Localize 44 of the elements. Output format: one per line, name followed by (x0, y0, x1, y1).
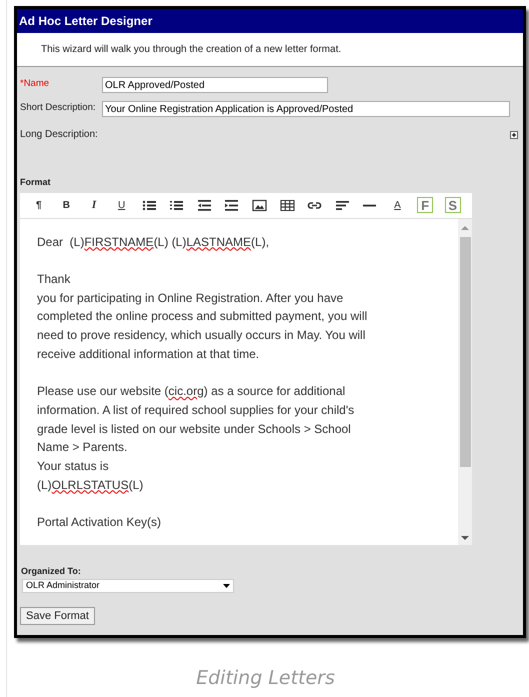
letter-text-line: need to prove residency, which usually occurs in May. You will (37, 327, 366, 344)
letter-text-line: information. A list of required school supplies for your child's (37, 402, 356, 419)
letter-text-line: grade level is listed on our website under Schools > School (37, 420, 352, 438)
toolbar-button[interactable]: I (80, 195, 108, 215)
letter-text-line: you for participating in Online Registration. After you have (37, 290, 344, 307)
save-format-button[interactable]: Save Format (20, 607, 95, 625)
letter-text-line: Dear (L)FIRSTNAME(L) (L)LASTNAME(L), (37, 234, 270, 250)
expand-icon[interactable] (510, 130, 518, 138)
organized-to-select[interactable]: OLR Administrator (22, 579, 234, 593)
toolbar-button[interactable]: ¶ (25, 195, 53, 215)
toolbar-button[interactable]: U (108, 195, 136, 215)
window-title: Ad Hoc Letter Designer (17, 9, 523, 33)
letter-text-line: completed the online process and submitted payment, you will (37, 308, 368, 326)
letter-text-line: Portal Activation Key(s) (37, 514, 162, 531)
scrollbar[interactable] (458, 218, 472, 544)
long-description-label: Long Description: (20, 128, 98, 142)
dropdown-arrow-icon (223, 584, 230, 588)
format-button[interactable]: S (438, 195, 466, 215)
outdent-icon[interactable] (196, 198, 212, 212)
letter-text-line: Please use our website (cic.org) as a source for additional (37, 383, 346, 400)
format-button[interactable]: F (411, 195, 439, 215)
bulleted-list-icon[interactable] (142, 198, 157, 212)
toolbar-button[interactable]: B (52, 195, 80, 215)
letter-text-line: receive additional information at that time. (37, 346, 260, 363)
field-label: Short Description: (20, 101, 97, 115)
letter-text-line: Name > Parents. (37, 439, 128, 456)
table-icon[interactable] (280, 198, 295, 212)
image-icon[interactable] (252, 198, 268, 212)
numbered-list-icon[interactable] (169, 198, 184, 212)
scrollbar-thumb[interactable] (460, 236, 470, 466)
intro-text: This wizard will walk you through the creation of a new letter format. (41, 43, 342, 57)
toolbar-button[interactable]: A (384, 195, 412, 215)
align-left-icon[interactable] (334, 198, 350, 212)
letter-text-line: (L)OLRLSTATUS(L) (37, 476, 144, 494)
indent-icon[interactable] (224, 198, 240, 212)
figure-caption: Editing Letters (196, 667, 335, 689)
field-label: *Name (20, 77, 50, 91)
text-input[interactable]: OLR Approved/Posted (102, 77, 328, 93)
format-label: Format (20, 176, 52, 189)
scroll-down-arrow-icon[interactable] (461, 534, 469, 540)
letter-text-line: Thank (37, 270, 72, 288)
text-input[interactable]: Your Online Registration Application is Approved/Posted (102, 101, 510, 117)
organized-to-label: Organized To: (20, 564, 82, 578)
letter-text-line: Your status is (37, 458, 110, 475)
